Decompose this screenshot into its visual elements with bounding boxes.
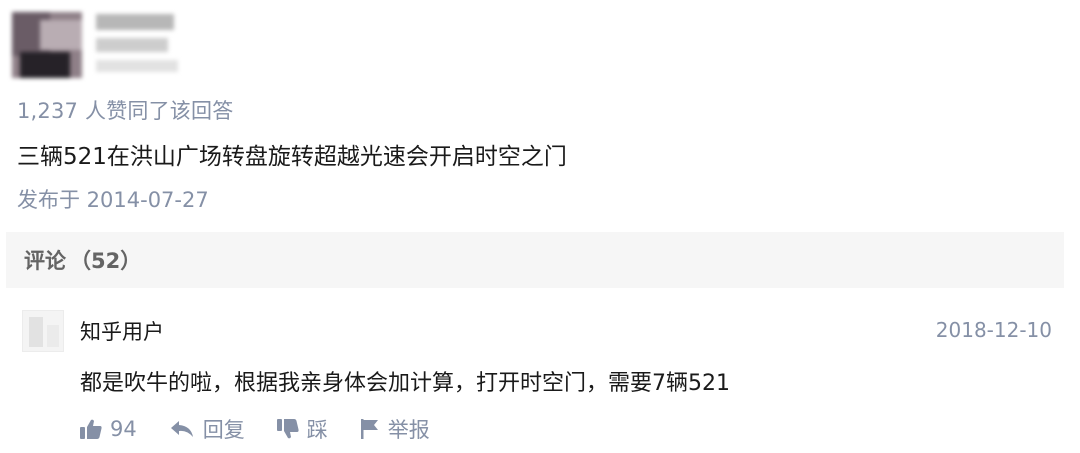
publish-time[interactable]: 发布于 2014-07-27 [17, 184, 209, 214]
report-label: 举报 [387, 418, 430, 442]
comments-header: 评论 （52） [6, 232, 1064, 288]
comment-text: 都是吹牛的啦，根据我亲身体会加计算，打开时空门，需要7辆521 [80, 371, 730, 396]
comment-avatar[interactable] [22, 310, 64, 352]
author-name-blurred [96, 14, 178, 72]
reply-button[interactable]: 回复 [169, 414, 245, 444]
comments-label: 评论 [24, 249, 66, 273]
reply-arrow-icon [170, 421, 193, 437]
vote-summary: 1,237 人赞同了该回答 [17, 99, 234, 123]
comment-username[interactable]: 知乎用户 [80, 316, 164, 346]
flag-icon [360, 419, 378, 439]
reply-label: 回复 [202, 418, 245, 442]
report-button[interactable]: 举报 [360, 414, 430, 444]
answer-author [12, 12, 178, 78]
comments-count: （52） [70, 249, 142, 273]
thumbs-down-icon [276, 419, 299, 439]
dislike-button[interactable]: 踩 [276, 414, 328, 444]
zhihu-answer-page: 1,237 人赞同了该回答 三辆521在洪山广场转盘旋转超越光速会开启时空之门 … [0, 0, 1080, 453]
thumbs-up-icon [80, 419, 102, 439]
comment-item: 知乎用户 2018-12-10 都是吹牛的啦，根据我亲身体会加计算，打开时空门，… [22, 310, 1062, 450]
like-count: 94 [110, 417, 137, 441]
comment-actions: 94 回复 踩 举报 [80, 414, 462, 444]
answer-content: 三辆521在洪山广场转盘旋转超越光速会开启时空之门 [17, 144, 567, 170]
dislike-label: 踩 [306, 418, 328, 442]
like-button[interactable]: 94 [80, 417, 137, 441]
author-avatar[interactable] [12, 12, 82, 78]
comment-date: 2018-12-10 [935, 318, 1052, 342]
